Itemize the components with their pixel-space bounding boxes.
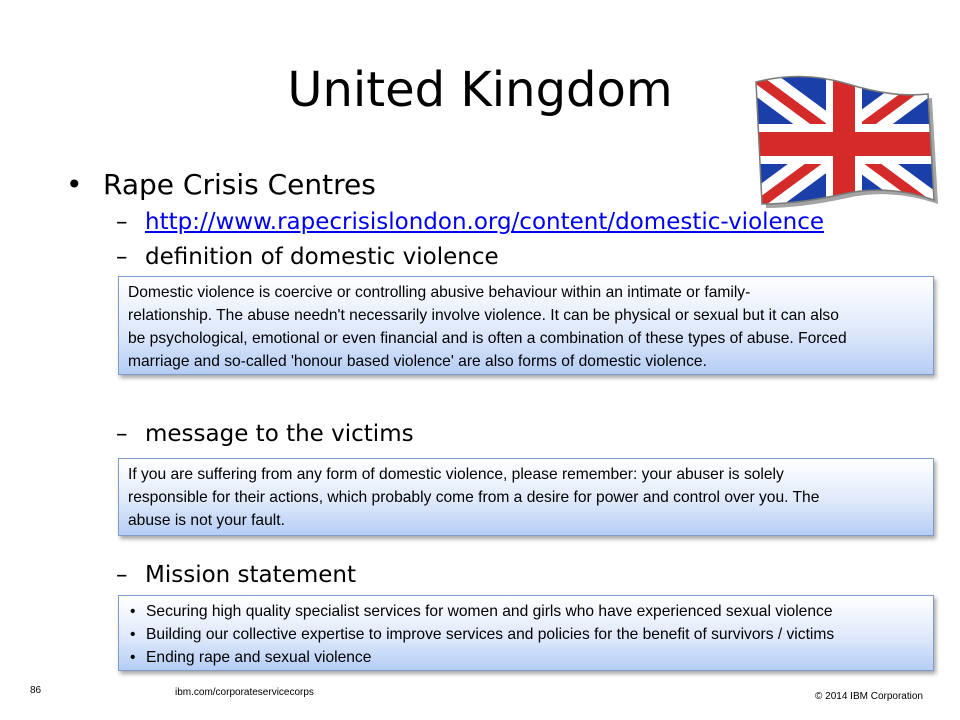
definition-line: Domestic violence is coercive or control… (128, 284, 751, 301)
footer-copyright: © 2014 IBM Corporation (815, 691, 923, 702)
mission-item: Building our collective expertise to imp… (128, 623, 924, 646)
definition-heading: definition of domestic violence (145, 244, 499, 270)
dash-marker: – (116, 562, 128, 588)
sub-item-link: – http://www.rapecrisislondon.org/content… (116, 207, 824, 237)
rape-crisis-link[interactable]: http://www.rapecrisislondon.org/content/… (145, 209, 824, 235)
dash-marker: – (116, 244, 128, 270)
mission-item: Ending rape and sexual violence (128, 646, 924, 669)
dash-marker: – (116, 421, 128, 447)
mission-heading: Mission statement (145, 562, 356, 588)
union-jack-flag-icon (755, 75, 938, 208)
bullet-rape-crisis-centres: Rape Crisis Centres (103, 168, 376, 201)
mission-item: Securing high quality specialist service… (128, 600, 924, 623)
definition-box: Domestic violence is coercive or control… (118, 276, 934, 375)
definition-line: marriage and so-called 'honour based vio… (128, 353, 707, 370)
page-number: 86 (30, 685, 42, 696)
sub-item-definition: – definition of domestic violence (116, 242, 499, 272)
message-heading: message to the victims (145, 421, 414, 447)
definition-line: relationship. The abuse needn't necessar… (128, 307, 839, 324)
message-line: responsible for their actions, which pro… (128, 489, 820, 506)
message-line: abuse is not your fault. (128, 512, 285, 529)
message-box: If you are suffering from any form of do… (118, 458, 934, 536)
dash-marker: – (116, 209, 128, 235)
bullet-dot-icon: • (66, 168, 83, 201)
mission-list: Securing high quality specialist service… (128, 600, 924, 669)
footer-website: ibm.com/corporateservicecorps (175, 687, 314, 698)
mission-box: Securing high quality specialist service… (118, 595, 934, 671)
definition-line: be psychological, emotional or even fina… (128, 330, 847, 347)
sub-item-mission: – Mission statement (116, 560, 356, 590)
sub-item-message: – message to the victims (116, 419, 414, 449)
message-line: If you are suffering from any form of do… (128, 466, 784, 483)
